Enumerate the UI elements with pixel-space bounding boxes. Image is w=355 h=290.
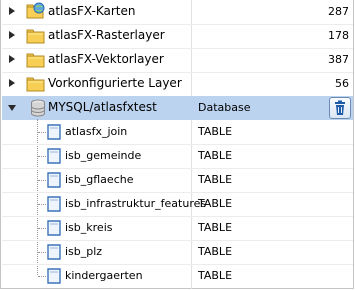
tree-row-label: isb_gemeinde	[65, 149, 142, 162]
tree-row-table[interactable]: isb_gemeinde TABLE	[2, 144, 353, 168]
tree-row-label: isb_infrastruktur_features	[65, 197, 207, 210]
tree-row-table[interactable]: isb_gflaeche TABLE	[2, 168, 353, 192]
type-label: TABLE	[198, 245, 233, 258]
table-icon	[47, 124, 61, 143]
type-label: TABLE	[198, 221, 233, 234]
table-icon	[47, 148, 61, 167]
tree-row-database[interactable]: MYSQL/atlasfxtest Database	[2, 96, 353, 120]
database-icon	[30, 99, 46, 120]
table-icon	[47, 244, 61, 263]
folder-icon	[26, 52, 46, 71]
type-label: TABLE	[198, 149, 233, 162]
tree-row-table[interactable]: atlasfx_join TABLE	[2, 120, 353, 144]
tree-row-label: MYSQL/atlasfxtest	[48, 100, 157, 114]
tree-row-table[interactable]: isb_infrastruktur_features TABLE	[2, 192, 353, 216]
layer-count: 287	[328, 5, 349, 18]
layer-count: 178	[328, 29, 349, 42]
table-icon	[47, 220, 61, 239]
type-label: TABLE	[198, 125, 233, 138]
table-icon	[47, 196, 61, 215]
tree-row-label: isb_gflaeche	[65, 173, 134, 186]
trash-icon	[335, 100, 345, 115]
collapse-arrow-icon[interactable]	[8, 105, 16, 111]
tree-row-atlasfx-karten[interactable]: atlasFX-Karten 287	[2, 0, 353, 24]
layer-count: 56	[335, 77, 349, 90]
tree-row-label: Vorkonfigurierte Layer	[48, 76, 182, 90]
layer-tree: atlasFX-Karten 287 atlasFX-Rasterlayer 1…	[0, 0, 354, 289]
expand-arrow-icon[interactable]	[9, 31, 15, 39]
folder-icon	[26, 28, 46, 47]
expand-arrow-icon[interactable]	[9, 55, 15, 63]
tree-row-label: atlasfx_join	[65, 125, 128, 138]
tree-row-label: isb_plz	[65, 245, 103, 258]
tree-row-label: atlasFX-Rasterlayer	[48, 28, 165, 42]
tree-row-atlasfx-vektorlayer[interactable]: atlasFX-Vektorlayer 387	[2, 48, 353, 72]
type-label: Database	[198, 101, 251, 114]
type-label: TABLE	[198, 173, 233, 186]
expand-arrow-icon[interactable]	[9, 7, 15, 15]
tree-row-label: isb_kreis	[65, 221, 113, 234]
tree-row-table[interactable]: kindergaerten TABLE	[2, 264, 353, 288]
type-label: TABLE	[198, 269, 233, 282]
tree-row-atlasfx-rasterlayer[interactable]: atlasFX-Rasterlayer 178	[2, 24, 353, 48]
tree-row-label: kindergaerten	[65, 269, 143, 282]
folder-globe-icon	[26, 2, 46, 23]
expand-arrow-icon[interactable]	[9, 79, 15, 87]
delete-button[interactable]	[329, 97, 351, 119]
folder-icon	[26, 76, 46, 95]
tree-row-table[interactable]: isb_plz TABLE	[2, 240, 353, 264]
tree-row-table[interactable]: isb_kreis TABLE	[2, 216, 353, 240]
table-icon	[47, 172, 61, 191]
type-label: TABLE	[198, 197, 233, 210]
layer-count: 387	[328, 53, 349, 66]
tree-row-label: atlasFX-Karten	[48, 4, 136, 18]
tree-row-vorkonfigurierte-layer[interactable]: Vorkonfigurierte Layer 56	[2, 72, 353, 96]
tree-row-label: atlasFX-Vektorlayer	[48, 52, 164, 66]
table-icon	[47, 268, 61, 287]
